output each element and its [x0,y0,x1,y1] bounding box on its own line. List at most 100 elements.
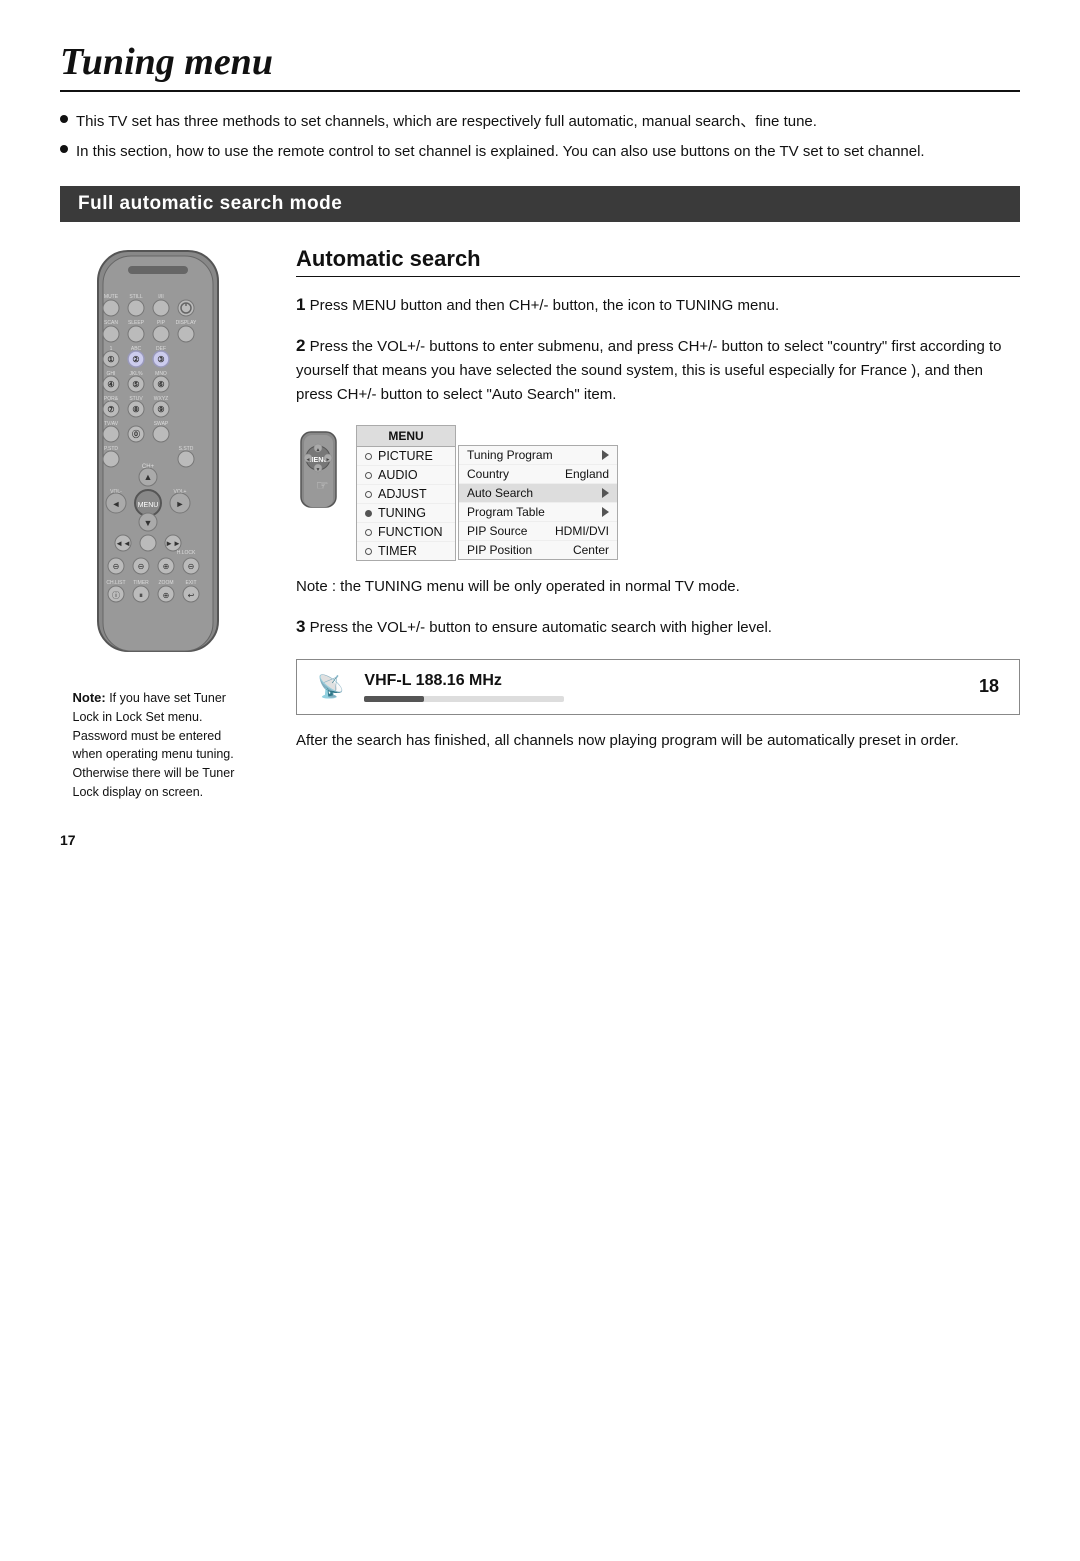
step3-text: Press the VOL+/- button to ensure automa… [310,619,772,636]
menu-item-picture: PICTURE [357,447,455,466]
menu-panel: MENU PICTURE AUDIO ADJUST [356,425,618,561]
bullet-item-1: This TV set has three methods to set cha… [60,110,1020,134]
step-2: 2 Press the VOL+/- buttons to enter subm… [296,332,1020,407]
svg-text:⓪: ⓪ [132,429,140,439]
menu-remote-icon: MENU ▲ ◄ ► ▼ ☞ [296,430,346,514]
menu-item-timer: TIMER [357,542,455,560]
svg-text:⑨: ⑨ [157,405,164,414]
svg-text:▲: ▲ [143,472,152,482]
svg-text:⑤: ⑤ [132,380,139,389]
svg-text:⊕: ⊕ [162,562,169,571]
svg-text:SCAN: SCAN [104,320,118,326]
submenu-row-pip-position: PIP Position Center [459,541,617,559]
submenu-pip-position-value: Center [573,543,609,557]
submenu-box: Tuning Program Country England Auto Sear… [458,445,618,560]
step-3: 3 Press the VOL+/- button to ensure auto… [296,613,1020,640]
svg-text:④: ④ [107,380,114,389]
menu-label: MENU [388,429,423,443]
note-normal: Note : the TUNING menu will be only oper… [296,575,1020,599]
intro-section: This TV set has three methods to set cha… [60,110,1020,164]
svg-text:TIMER: TIMER [133,580,149,586]
svg-text:▼: ▼ [143,518,152,528]
bullet-text-2: In this section, how to use the remote c… [76,140,925,164]
page-title: Tuning menu [60,40,1020,84]
antenna-icon: 📡 [317,674,344,700]
menu-dot-tuning [365,510,372,517]
menu-diagram: MENU ▲ ◄ ► ▼ ☞ MENU [296,425,1020,561]
svg-text:MUTE: MUTE [103,294,118,300]
submenu-pip-source-label: PIP Source [467,524,527,538]
tuner-display: 📡 VHF-L 188.16 MHz 18 [296,659,1020,715]
tuner-progress-bar [364,696,564,702]
step1-num: 1 [296,295,305,314]
svg-text:⑥: ⑥ [157,380,164,389]
section-header: Full automatic search mode [60,186,1020,222]
svg-text:PIP: PIP [156,320,165,326]
bullet-text-1: This TV set has three methods to set cha… [76,110,817,134]
step3-num: 3 [296,617,305,636]
step-1: 1 Press MENU button and then CH+/- butto… [296,291,1020,318]
submenu-row-program-table: Program Table [459,503,617,522]
submenu-row-country: Country England [459,465,617,484]
right-column: Automatic search 1 Press MENU button and… [296,246,1020,767]
note-text: If you have set Tuner Lock in Lock Set m… [73,691,235,799]
svg-text:◄: ◄ [111,499,120,509]
svg-text:⊖: ⊖ [187,562,194,571]
submenu-auto-search-arrow [602,488,609,498]
bullet-dot-2 [60,145,68,153]
menu-box: MENU PICTURE AUDIO ADJUST [356,425,456,561]
svg-text:⊕: ⊕ [162,591,169,600]
svg-text:⏸: ⏸ [139,591,143,600]
menu-dot-picture [365,453,372,460]
svg-text:ⓘ: ⓘ [112,591,120,600]
submenu-row-pip-source: PIP Source HDMI/DVI [459,522,617,541]
after-search-text: After the search has finished, all chann… [296,729,1020,753]
submenu-country-value: England [565,467,609,481]
tuner-channel: 18 [969,676,999,697]
menu-dot-audio [365,472,372,479]
step2-text: Press the VOL+/- buttons to enter submen… [296,338,1001,403]
submenu-country-label: Country [467,467,509,481]
svg-text:↩: ↩ [187,591,194,600]
svg-text:◄◄: ◄◄ [115,539,131,548]
svg-text:◄: ◄ [306,457,311,463]
submenu-pip-source-value: HDMI/DVI [555,524,609,538]
submenu-program-table-arrow [602,507,609,517]
submenu-row-tuning-program: Tuning Program [459,446,617,465]
menu-dot-function [365,529,372,536]
remote-wrapper: MUTE STILL I/II SCAN SLEEP PIP DISPLAY [73,246,248,670]
svg-text:I/II: I/II [158,294,164,300]
note-normal-text: Note : the TUNING menu will be only oper… [296,578,740,595]
menu-item-function: FUNCTION [357,523,455,542]
menu-dot-adjust [365,491,372,498]
svg-text:DISPLAY: DISPLAY [175,320,196,326]
menu-box-header: MENU [357,426,455,447]
main-layout: MUTE STILL I/II SCAN SLEEP PIP DISPLAY [60,246,1020,802]
step2-num: 2 [296,336,305,355]
svg-text:③: ③ [157,355,164,364]
svg-text:EXIT: EXIT [185,580,196,586]
tuner-progress-inner [364,696,424,702]
title-divider [60,90,1020,92]
svg-text:⊖: ⊖ [137,562,144,571]
svg-text:►►: ►► [165,539,181,548]
menu-item-picture-label: PICTURE [378,449,447,463]
svg-text:►: ► [175,499,184,509]
menu-item-adjust: ADJUST [357,485,455,504]
svg-text:CH.LIST: CH.LIST [106,580,125,586]
left-column: MUTE STILL I/II SCAN SLEEP PIP DISPLAY [60,246,260,802]
svg-text:MENU: MENU [137,502,158,509]
svg-text:⊖: ⊖ [112,562,119,571]
after-text: After the search has finished, all chann… [296,732,959,749]
svg-text:►: ► [326,457,331,463]
bullet-dot-1 [60,115,68,123]
svg-text:H.LOCK: H.LOCK [176,550,195,556]
svg-text:▼: ▼ [316,467,321,473]
menu-item-function-label: FUNCTION [378,525,447,539]
bullet-item-2: In this section, how to use the remote c… [60,140,1020,164]
submenu-program-table-label: Program Table [467,505,545,519]
submenu-tuning-program-arrow [602,450,609,460]
step1-text: Press MENU button and then CH+/- button,… [310,297,780,314]
svg-text:①: ① [107,355,114,364]
svg-text:⑧: ⑧ [132,405,139,414]
